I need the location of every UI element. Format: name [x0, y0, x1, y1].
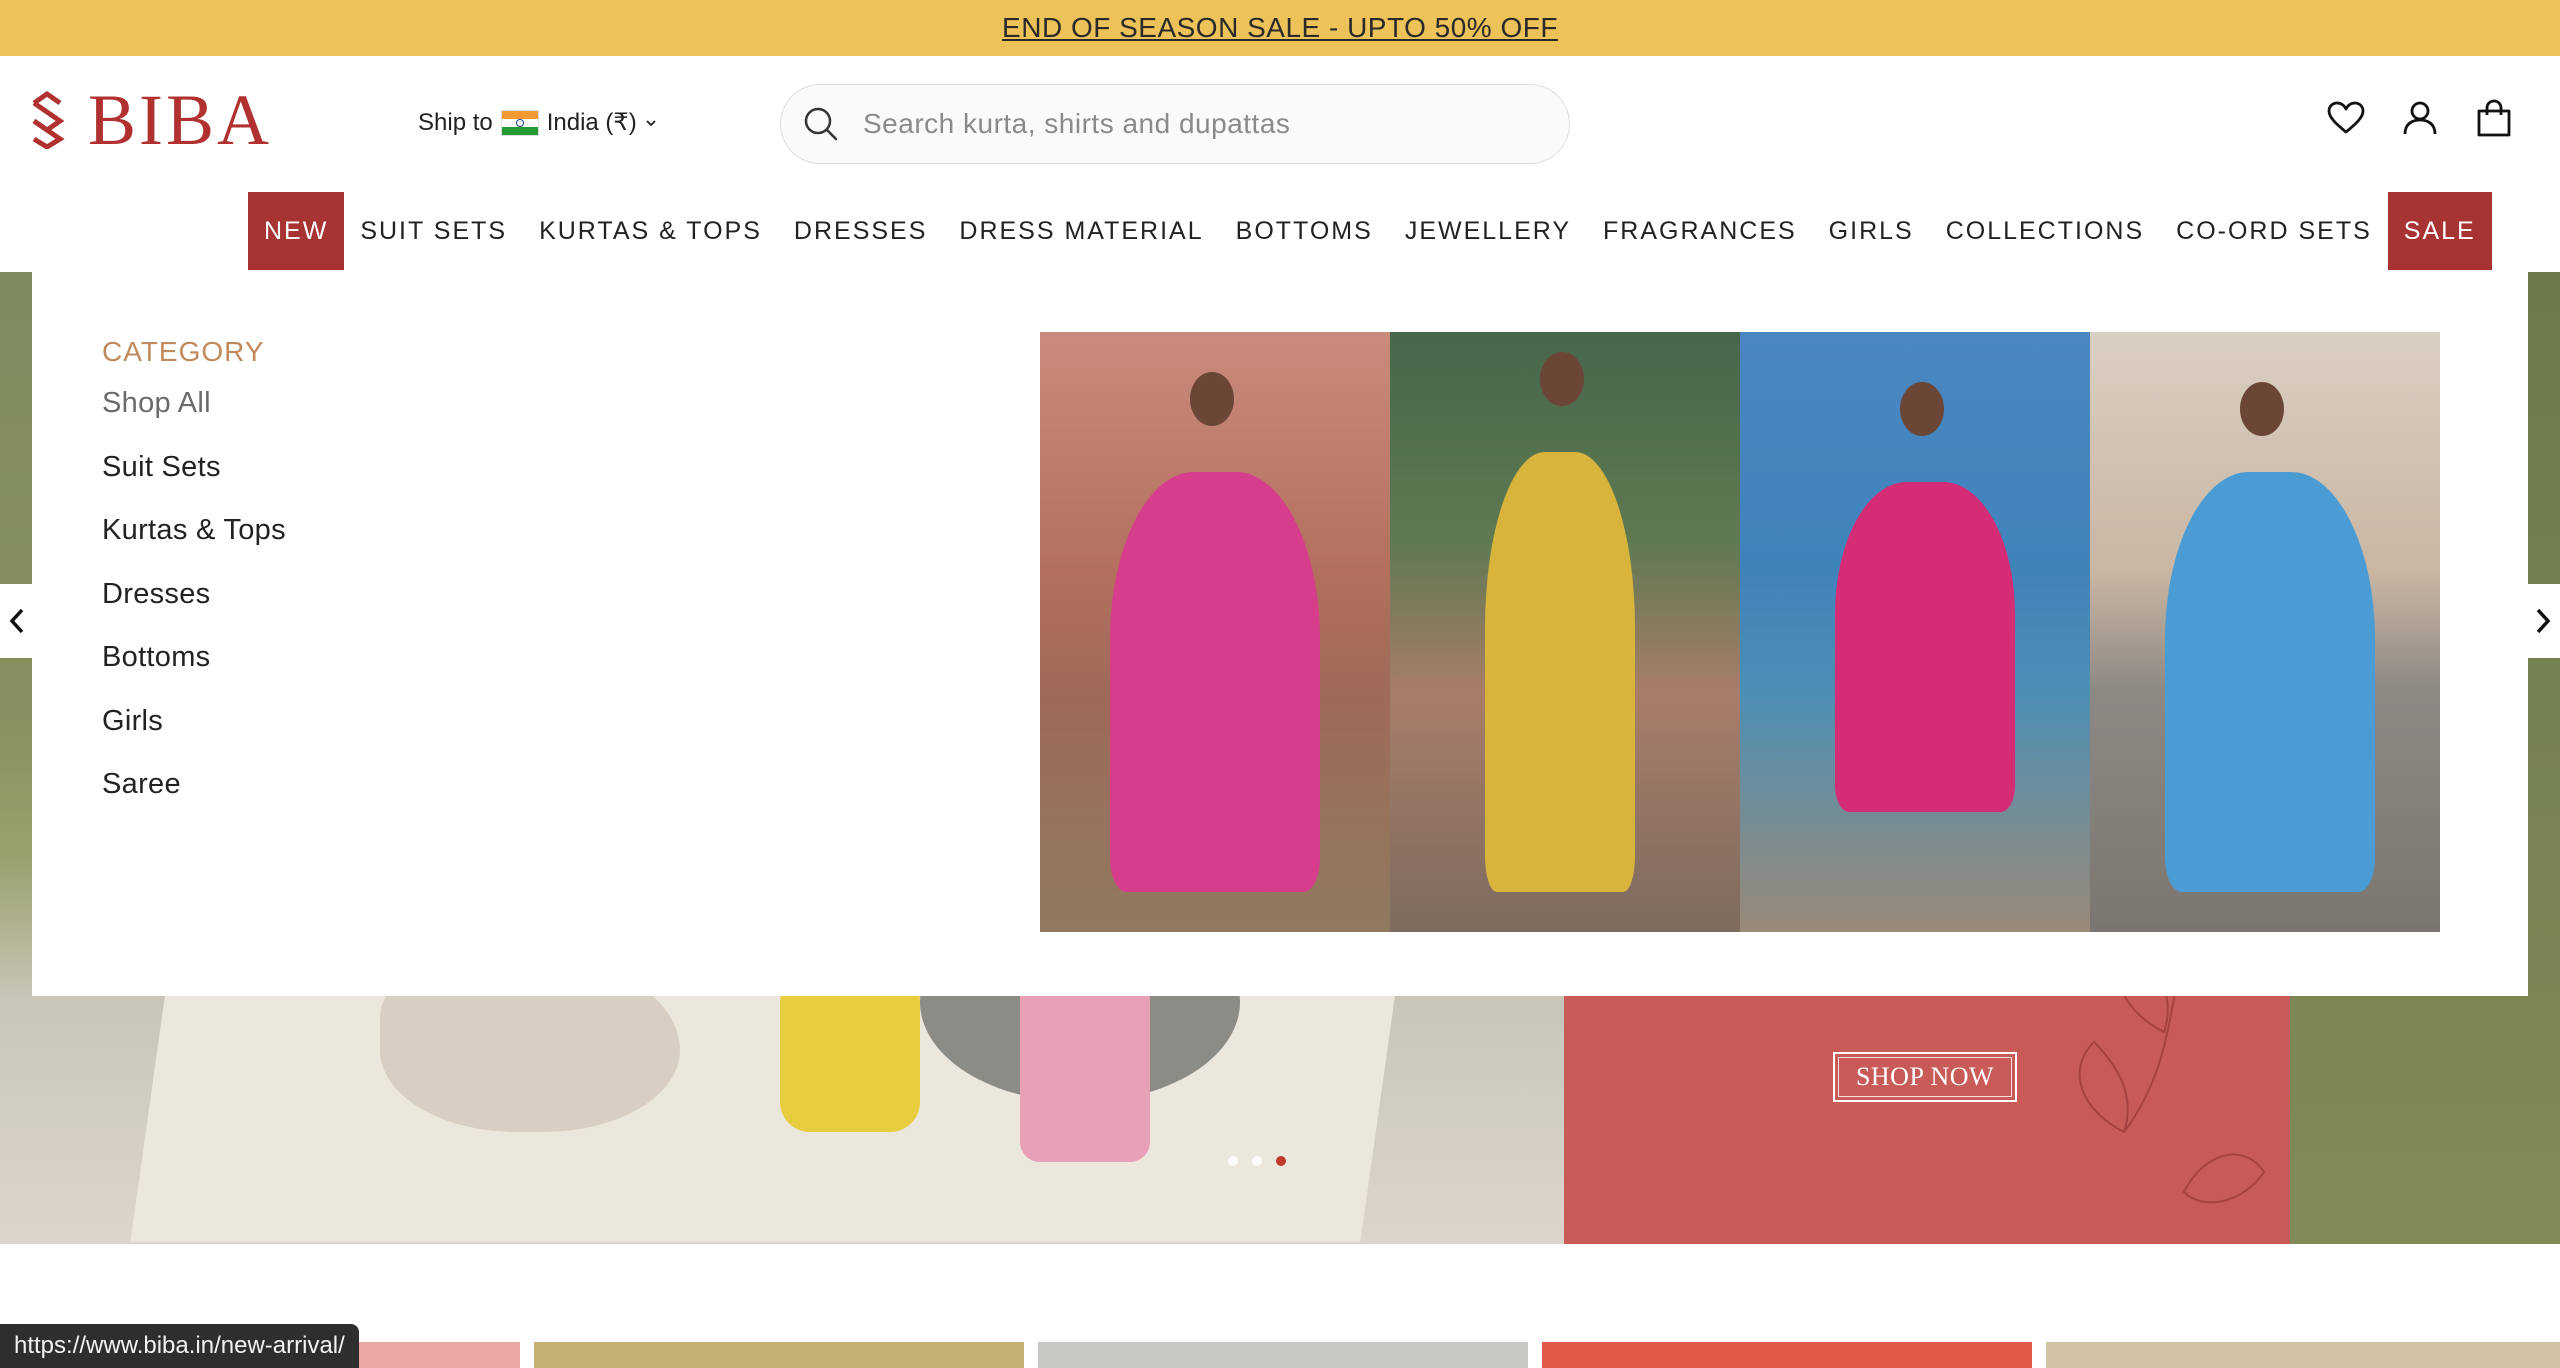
chevron-right-icon — [2536, 608, 2551, 634]
promo-image-blue-sharara — [2090, 332, 2440, 932]
ship-to-label: Ship to — [418, 108, 493, 136]
mega-menu-list: Shop All Suit Sets Kurtas & Tops Dresses… — [102, 388, 286, 833]
india-flag-icon — [500, 109, 539, 136]
promo-image-pink-dress — [1740, 332, 2090, 932]
category-tile[interactable] — [1542, 1342, 2032, 1368]
nav-item-sale[interactable]: SALE — [2387, 192, 2492, 270]
nav-item-bottoms[interactable]: BOTTOMS — [1220, 192, 1389, 270]
header-actions — [2326, 98, 2514, 138]
mega-menu-promo-image[interactable] — [1040, 332, 2440, 932]
heart-icon — [2327, 101, 2365, 134]
category-tile[interactable] — [534, 1342, 1024, 1368]
hero-image-figure — [780, 972, 920, 1132]
shop-now-button[interactable]: SHOP NOW — [1833, 1052, 2017, 1102]
mega-menu-dropdown: CATEGORY Shop All Suit Sets Kurtas & Top… — [32, 270, 2528, 996]
ship-to-country: India (₹) — [546, 109, 637, 136]
promo-image-yellow-kurta — [1390, 332, 1740, 932]
mega-menu-item-saree[interactable]: Saree — [102, 769, 286, 833]
ship-to-selector[interactable]: Ship to India (₹) — [418, 108, 657, 137]
search-input[interactable] — [863, 108, 1523, 140]
nav-item-dresses[interactable]: DRESSES — [778, 192, 943, 270]
mega-menu-item-kurtas-tops[interactable]: Kurtas & Tops — [102, 515, 286, 579]
carousel-dot[interactable] — [1228, 1156, 1238, 1166]
wishlist-button[interactable] — [2326, 98, 2366, 138]
mega-menu-item-suit-sets[interactable]: Suit Sets — [102, 452, 286, 516]
promo-image-pink-anarkali — [1040, 332, 1390, 932]
carousel-next-button[interactable] — [2526, 584, 2560, 658]
bag-icon — [2477, 99, 2511, 137]
nav-item-jewellery[interactable]: JEWELLERY — [1389, 192, 1587, 270]
category-tile[interactable] — [1038, 1342, 1528, 1368]
carousel-dots — [1228, 1156, 1286, 1166]
mega-menu-heading: CATEGORY — [102, 336, 265, 367]
nav-item-girls[interactable]: GIRLS — [1813, 192, 1930, 270]
account-button[interactable] — [2400, 98, 2440, 138]
nav-item-dress-material[interactable]: DRESS MATERIAL — [943, 192, 1219, 270]
brand-name: BIBA — [88, 80, 273, 160]
mega-menu-item-dresses[interactable]: Dresses — [102, 579, 286, 643]
carousel-dot[interactable] — [1252, 1156, 1262, 1166]
mega-menu-item-bottoms[interactable]: Bottoms — [102, 642, 286, 706]
search-bar[interactable] — [780, 84, 1570, 164]
cart-button[interactable] — [2474, 98, 2514, 138]
user-icon — [2403, 101, 2437, 135]
carousel-dot-active[interactable] — [1276, 1156, 1286, 1166]
nav-item-suit-sets[interactable]: SUIT SETS — [344, 192, 523, 270]
search-icon[interactable] — [801, 104, 841, 144]
nav-item-kurtas-tops[interactable]: KURTAS & TOPS — [523, 192, 778, 270]
sale-banner-link[interactable]: END OF SEASON SALE - UPTO 50% OFF — [1002, 12, 1558, 44]
sale-banner: END OF SEASON SALE - UPTO 50% OFF — [0, 0, 2560, 56]
status-bar-url: https://www.biba.in/new-arrival/ — [0, 1324, 359, 1368]
nav-item-fragrances[interactable]: FRAGRANCES — [1587, 192, 1813, 270]
hero-image-figure — [1020, 972, 1150, 1162]
mega-menu-item-shop-all[interactable]: Shop All — [102, 388, 286, 452]
nav-item-collections[interactable]: COLLECTIONS — [1930, 192, 2160, 270]
carousel-prev-button[interactable] — [0, 584, 34, 658]
nav-item-co-ord-sets[interactable]: CO-ORD SETS — [2160, 192, 2388, 270]
chevron-left-icon — [9, 608, 24, 634]
brand-logo[interactable]: BIBA — [28, 84, 272, 156]
category-tile[interactable] — [2046, 1342, 2560, 1368]
site-header: BIBA Ship to India (₹) — [0, 56, 2560, 190]
nav-item-new[interactable]: NEW — [248, 192, 345, 278]
biba-logo-icon — [32, 91, 65, 149]
chevron-down-icon — [646, 119, 656, 126]
mega-menu-item-girls[interactable]: Girls — [102, 706, 286, 770]
main-nav: NEW SUIT SETS KURTAS & TOPS DRESSES DRES… — [248, 192, 2492, 278]
